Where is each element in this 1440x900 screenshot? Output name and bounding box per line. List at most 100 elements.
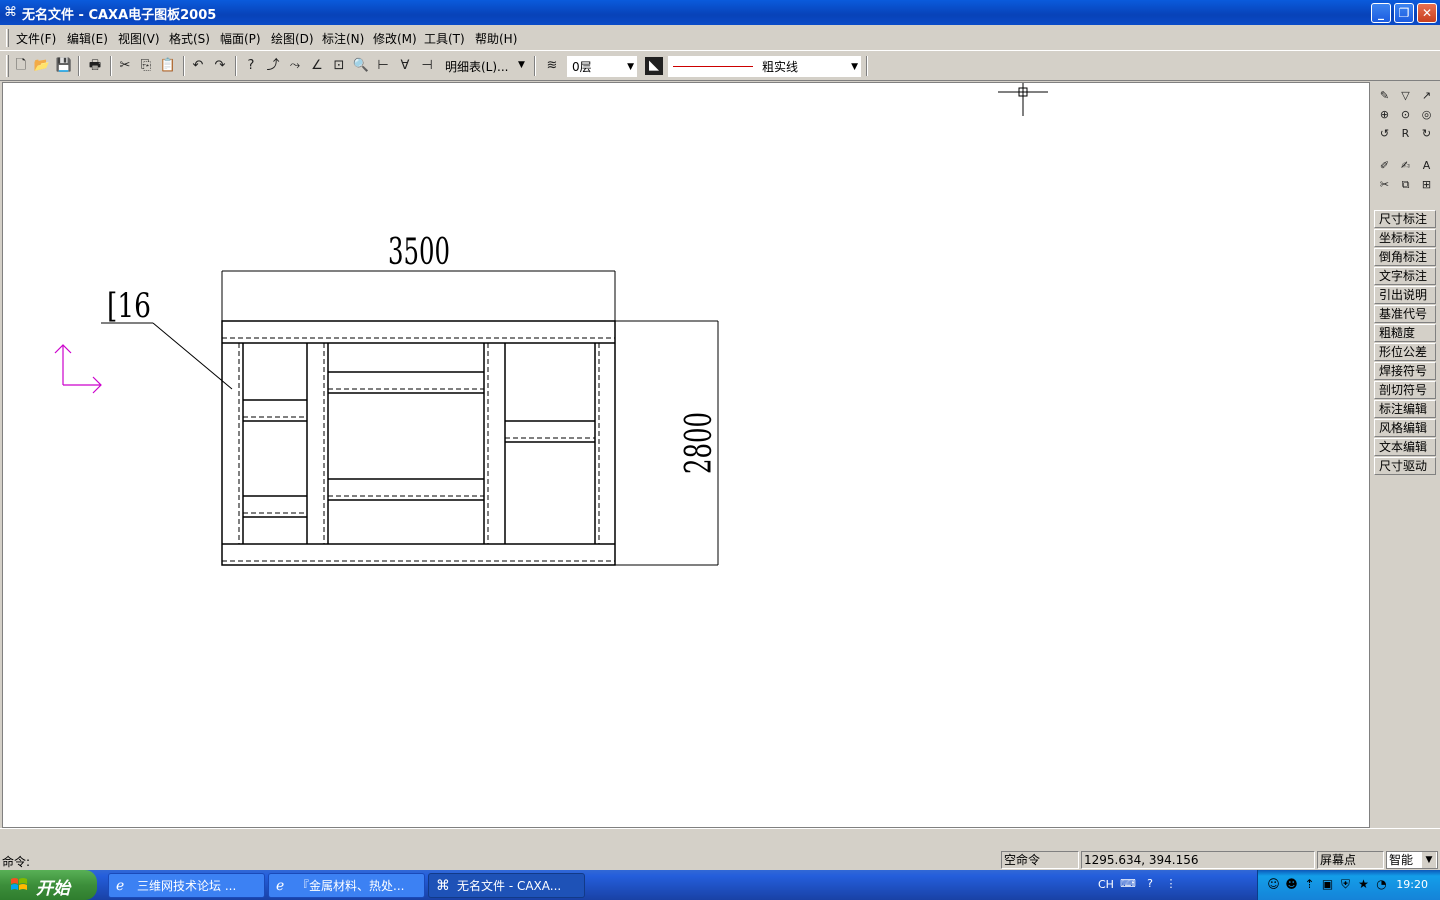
chevron-down-icon[interactable]: ▼ [851,57,858,77]
menu-tools[interactable]: 工具(T) [424,30,465,47]
keyboard-icon[interactable]: ⌨ [1120,876,1136,892]
detail-table-icon[interactable]: ⊢ [374,57,392,75]
taskbar-item-label: 『金属材料、热处... [297,879,405,893]
arrow-icon[interactable]: ↗ [1417,87,1436,105]
section-symbol-button[interactable]: 剖切符号 [1374,381,1436,399]
coordinate-dimension-button[interactable]: 坐标标注 [1374,229,1436,247]
menu-edit[interactable]: 编辑(E) [67,30,108,47]
block-icon[interactable]: ⧉ [1396,176,1415,194]
text-edit-button[interactable]: 文本编辑 [1374,438,1436,456]
image-icon[interactable]: ⊞ [1417,176,1436,194]
drawing-svg: 3500 2800 [16 [54,83,1048,566]
menu-modify[interactable]: 修改(M) [373,30,417,47]
restore-button[interactable]: ❐ [1394,3,1414,23]
zoom-window-icon[interactable]: ⊙ [1396,106,1415,124]
menu-dimension[interactable]: 标注(N) [322,30,364,47]
roughness-button[interactable]: 粗糙度 [1374,324,1436,342]
redo-icon[interactable]: ↷ [211,57,229,75]
open-folder-icon[interactable]: 📂 [33,57,51,75]
menu-sheet[interactable]: 幅面(P) [220,30,261,47]
chevron-down-icon[interactable]: ▼ [518,60,525,70]
query-point-icon[interactable]: ⤴ [264,57,282,75]
query-angle-icon[interactable]: ∠ [308,57,326,75]
chevron-down-icon[interactable]: ▼ [627,57,634,77]
menu-file[interactable]: 文件(F) [16,30,56,47]
edit-text-icon[interactable]: ✍ [1396,157,1415,175]
layer-select[interactable]: 0层 ▼ [567,56,637,77]
zoom-icon[interactable]: 🔍 [352,57,370,75]
ie-icon: ℯ [116,878,125,894]
redraw-icon[interactable]: R [1396,125,1415,143]
shield-icon[interactable]: ⛨ [1338,877,1353,892]
query-element-icon[interactable]: ⊡ [330,57,348,75]
menu-draw[interactable]: 绘图(D) [271,30,314,47]
filter-icon[interactable]: ▽ [1396,87,1415,105]
menu-view[interactable]: 视图(V) [118,30,160,47]
steel-frame[interactable] [221,320,616,566]
text-annotation-button[interactable]: 文字标注 [1374,267,1436,285]
language-indicator[interactable]: CH [1098,878,1114,891]
geometric-tolerance-button[interactable]: 形位公差 [1374,343,1436,361]
qq-icon[interactable]: ☺ [1266,877,1281,892]
start-button[interactable]: 开始 [0,870,97,900]
command-input-row[interactable] [0,828,1440,850]
cut-icon[interactable]: ✂ [116,57,134,75]
layer-icon[interactable]: ≋ [543,57,561,75]
ime-help-icon[interactable]: ? [1142,876,1158,892]
crosshair-cursor [998,83,1048,116]
pencil-icon[interactable]: ✎ [1375,87,1394,105]
copy-icon[interactable]: ⎘ [137,57,155,75]
query-distance-icon[interactable]: ⤳ [286,57,304,75]
taskbar-item-caxa[interactable]: ⌘ 无名文件 - CAXA... [428,873,585,898]
messenger-icon[interactable]: ☻ [1284,877,1299,892]
taskbar-item-materials[interactable]: ℯ 『金属材料、热处... [268,873,425,898]
scissors-icon[interactable]: ✂ [1375,176,1394,194]
dimension-drive-button[interactable]: 尺寸驱动 [1374,457,1436,475]
new-file-icon[interactable]: 🗋 [12,57,30,75]
leader-note-button[interactable]: 引出说明 [1374,286,1436,304]
style-edit-button[interactable]: 风格编辑 [1374,419,1436,437]
menu-help[interactable]: 帮助(H) [475,30,517,47]
line-color-icon[interactable]: ◣ [645,57,663,75]
save-icon[interactable]: 💾 [55,57,73,75]
redo-view-icon[interactable]: ↻ [1417,125,1436,143]
toolbar-separator [78,56,80,76]
ime-options-icon[interactable]: ⋮ [1163,876,1179,892]
caxa-app-icon[interactable]: ⌘ [3,5,18,20]
help-icon[interactable]: ? [242,57,260,75]
edit-pen-icon[interactable]: ✐ [1375,157,1394,175]
part-number-icon[interactable]: ∀ [396,57,414,75]
detail-table-dropdown[interactable]: 明细表(L)... [445,58,509,75]
balloon-icon[interactable]: ⊣ [418,57,436,75]
snap-select[interactable]: 智能 ▼ [1386,851,1438,869]
ie-icon: ℯ [276,878,285,894]
close-button[interactable]: ✕ [1417,3,1437,23]
drawing-canvas[interactable]: 3500 2800 [16 [2,82,1370,828]
chamfer-dimension-button[interactable]: 倒角标注 [1374,248,1436,266]
annotation-edit-button[interactable]: 标注编辑 [1374,400,1436,418]
menu-grip[interactable] [6,29,9,47]
paste-icon[interactable]: 📋 [159,57,177,75]
width-dimension[interactable] [221,270,616,321]
text-style-icon[interactable]: A [1417,157,1436,175]
volume-icon[interactable]: ◔ [1374,877,1389,892]
star-icon[interactable]: ★ [1356,877,1371,892]
leader-line[interactable] [101,322,233,390]
toolbar-grip[interactable] [6,55,9,77]
menu-format[interactable]: 格式(S) [169,30,210,47]
datum-symbol-button[interactable]: 基准代号 [1374,305,1436,323]
taskbar-item-forum[interactable]: ℯ 三维网技术论坛 ... [108,873,265,898]
chevron-down-icon[interactable]: ▼ [1422,852,1436,868]
pan-icon[interactable]: ⊕ [1375,106,1394,124]
zoom-all-icon[interactable]: ◎ [1417,106,1436,124]
undo-view-icon[interactable]: ↺ [1375,125,1394,143]
linetype-select[interactable]: 粗实线 ▼ [668,56,861,77]
minimize-button[interactable]: _ [1371,3,1391,23]
dimension-button[interactable]: 尺寸标注 [1374,210,1436,228]
menu-bar: 文件(F) 编辑(E) 视图(V) 格式(S) 幅面(P) 绘图(D) 标注(N… [0,25,1440,51]
weld-symbol-button[interactable]: 焊接符号 [1374,362,1436,380]
monitor-icon[interactable]: ▣ [1320,877,1335,892]
network-icon[interactable]: ⇡ [1302,877,1317,892]
undo-icon[interactable]: ↶ [189,57,207,75]
print-icon[interactable]: 🖶 [86,57,104,75]
